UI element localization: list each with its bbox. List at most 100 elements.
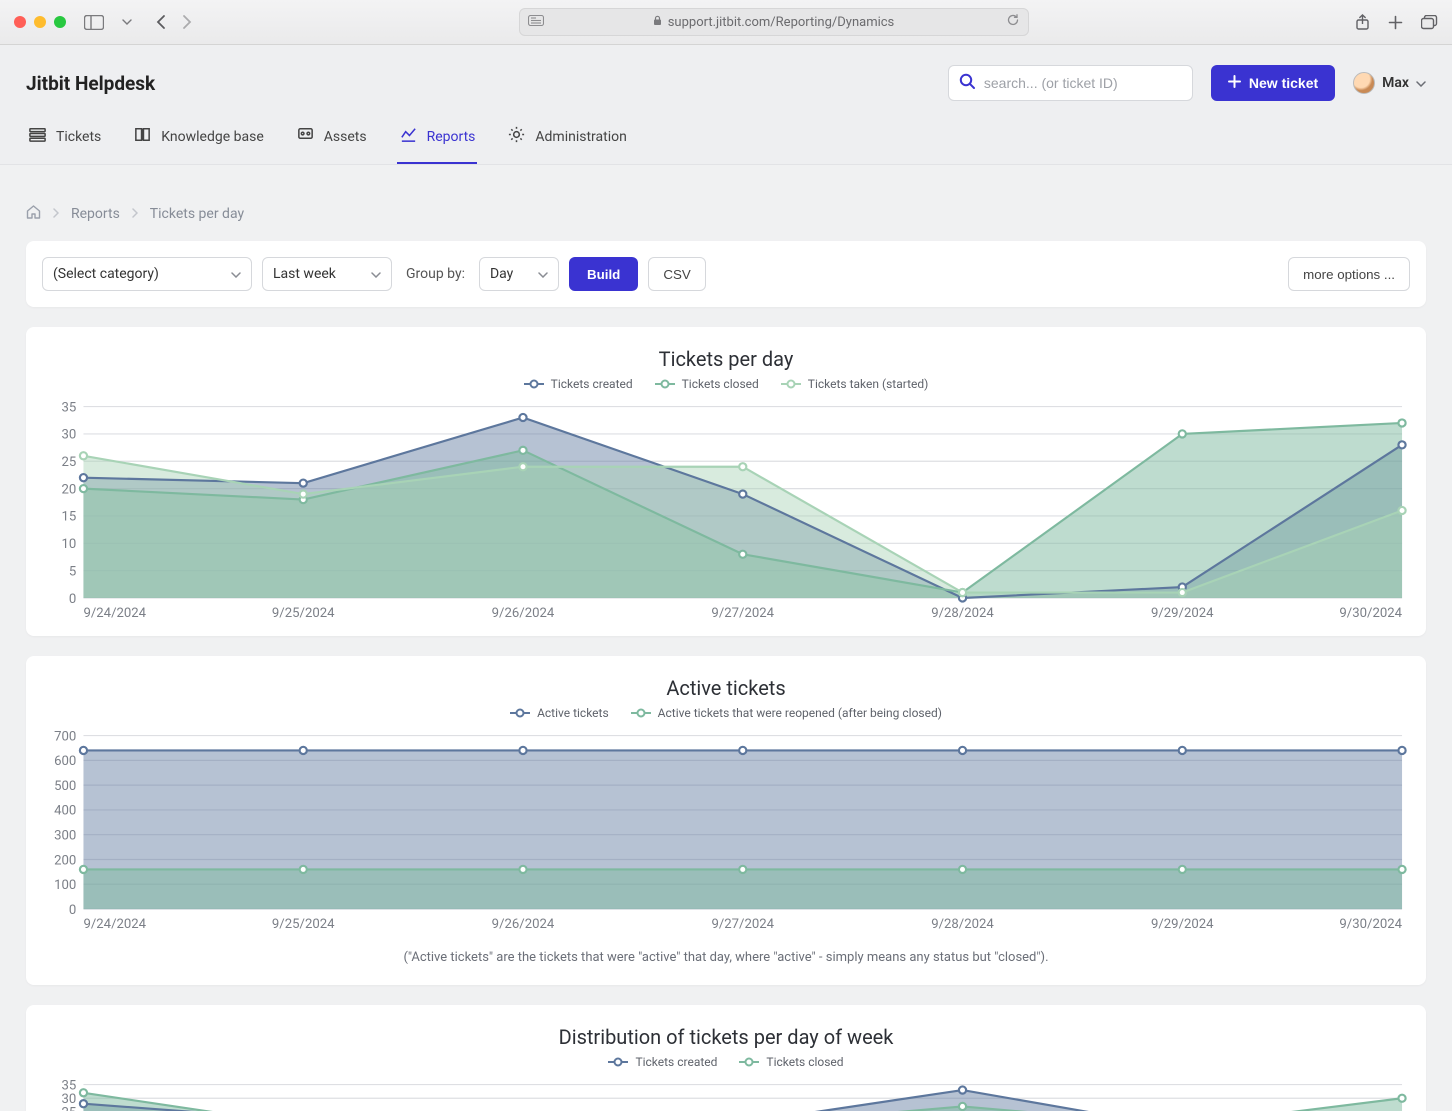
svg-text:9/28/2024: 9/28/2024: [931, 918, 994, 933]
user-menu[interactable]: Max: [1353, 72, 1426, 94]
chart-legend: Tickets created Tickets closed: [38, 1055, 1414, 1069]
chart-title: Tickets per day: [38, 347, 1414, 371]
csv-button[interactable]: CSV: [648, 257, 705, 291]
chart-title: Active tickets: [38, 676, 1414, 700]
svg-text:600: 600: [54, 754, 76, 769]
svg-text:9/26/2024: 9/26/2024: [492, 918, 555, 933]
svg-text:30: 30: [61, 428, 76, 443]
legend-swatch-icon: [655, 379, 675, 389]
daterange-select[interactable]: Last week: [262, 257, 392, 291]
search-input[interactable]: [984, 75, 1182, 91]
chevron-right-icon: [53, 206, 59, 222]
svg-text:9/30/2024: 9/30/2024: [1339, 918, 1402, 933]
tab-label: Tickets: [56, 129, 101, 145]
sidebar-toggle-icon[interactable]: [84, 15, 104, 30]
svg-text:15: 15: [61, 510, 76, 525]
window-minimize-icon[interactable]: [34, 16, 46, 28]
chart-active_tickets: Active tickets Active ticketsActive ticke…: [26, 656, 1426, 984]
new-ticket-button[interactable]: New ticket: [1211, 65, 1335, 101]
chevron-right-icon: [132, 206, 138, 222]
legend-swatch-icon: [739, 1057, 759, 1067]
more-options-button[interactable]: more options ...: [1288, 257, 1410, 291]
tab-label: Reports: [427, 129, 476, 145]
lock-icon: [653, 15, 662, 29]
svg-text:9/28/2024: 9/28/2024: [931, 606, 994, 621]
build-button[interactable]: Build: [569, 257, 638, 291]
legend-item: Tickets created: [524, 377, 633, 391]
search-icon: [959, 73, 976, 94]
svg-text:9/29/2024: 9/29/2024: [1151, 606, 1214, 621]
chart-canvas: 01002003004005006007009/24/20249/25/2024…: [38, 726, 1414, 935]
chevron-down-icon: [538, 266, 548, 282]
chevron-down-icon[interactable]: [122, 19, 132, 25]
tab-admin[interactable]: Administration: [505, 115, 628, 164]
filters-panel: (Select category) Last week Group by: Da…: [26, 241, 1426, 307]
reload-icon[interactable]: [1006, 13, 1020, 31]
group-by-label: Group by:: [402, 266, 469, 282]
svg-text:9/24/2024: 9/24/2024: [83, 606, 146, 621]
chart-distribution_dow: Distribution of tickets per day of week T…: [26, 1005, 1426, 1111]
svg-text:200: 200: [54, 854, 76, 869]
tab-label: Administration: [535, 129, 626, 145]
legend-item: Tickets taken (started): [781, 377, 929, 391]
svg-text:9/24/2024: 9/24/2024: [83, 918, 146, 933]
svg-text:20: 20: [61, 482, 76, 497]
home-icon[interactable]: [26, 205, 41, 223]
breadcrumb: Reports Tickets per day: [26, 183, 1426, 241]
svg-text:10: 10: [61, 537, 76, 552]
chevron-down-icon: [371, 266, 381, 282]
legend-swatch-icon: [524, 379, 544, 389]
svg-text:9/25/2024: 9/25/2024: [272, 918, 335, 933]
svg-text:35: 35: [61, 400, 76, 415]
avatar: [1353, 72, 1375, 94]
svg-text:9/29/2024: 9/29/2024: [1151, 918, 1214, 933]
breadcrumb-link-reports[interactable]: Reports: [71, 206, 120, 222]
legend-swatch-icon: [631, 708, 651, 718]
tab-kb[interactable]: Knowledge base: [131, 115, 265, 164]
legend-item: Active tickets that were reopened (after…: [631, 706, 942, 720]
tab-tickets[interactable]: Tickets: [26, 115, 103, 164]
tab-label: Knowledge base: [161, 129, 263, 145]
svg-text:25: 25: [61, 455, 76, 470]
tabs-overview-icon[interactable]: [1421, 15, 1438, 30]
url-text: support.jitbit.com/Reporting/Dynamics: [668, 15, 895, 30]
chart-title: Distribution of tickets per day of week: [38, 1025, 1414, 1049]
main-tabs: Tickets Knowledge base Assets Reports Admini…: [0, 111, 1452, 164]
legend-label: Tickets closed: [766, 1055, 843, 1069]
legend-item: Tickets closed: [739, 1055, 843, 1069]
svg-text:30: 30: [61, 1092, 76, 1107]
legend-label: Tickets closed: [682, 377, 759, 391]
groupby-select-value: Day: [490, 266, 513, 282]
window-close-icon[interactable]: [14, 16, 26, 28]
plus-icon: [1228, 75, 1241, 91]
svg-text:35: 35: [61, 1078, 76, 1093]
legend-label: Tickets created: [551, 377, 633, 391]
window-zoom-icon[interactable]: [54, 16, 66, 28]
groupby-select[interactable]: Day: [479, 257, 559, 291]
legend-item: Tickets created: [608, 1055, 717, 1069]
svg-text:9/30/2024: 9/30/2024: [1339, 606, 1402, 621]
svg-text:300: 300: [54, 829, 76, 844]
share-icon[interactable]: [1355, 14, 1370, 31]
admin-icon: [507, 125, 526, 148]
reader-icon[interactable]: [528, 15, 544, 29]
search-box[interactable]: [948, 65, 1193, 101]
page-scroll[interactable]: Jitbit Helpdesk New ticket Max: [0, 45, 1452, 1111]
svg-text:0: 0: [69, 903, 76, 918]
url-bar[interactable]: support.jitbit.com/Reporting/Dynamics: [519, 8, 1029, 36]
daterange-select-value: Last week: [273, 266, 336, 282]
nav-forward-icon[interactable]: [181, 14, 192, 30]
tab-reports[interactable]: Reports: [397, 115, 478, 164]
new-tab-icon[interactable]: [1388, 15, 1403, 30]
chart-legend: Active ticketsActive tickets that were r…: [38, 706, 1414, 720]
tab-assets[interactable]: Assets: [294, 115, 369, 164]
nav-back-icon[interactable]: [156, 14, 167, 30]
tickets-icon: [28, 125, 47, 148]
category-select[interactable]: (Select category): [42, 257, 252, 291]
svg-text:0: 0: [69, 592, 76, 607]
reports-icon: [399, 125, 418, 148]
chart-legend: Tickets created Tickets closed Tickets tak…: [38, 377, 1414, 391]
legend-swatch-icon: [781, 379, 801, 389]
new-ticket-label: New ticket: [1249, 75, 1318, 91]
legend-swatch-icon: [608, 1057, 628, 1067]
